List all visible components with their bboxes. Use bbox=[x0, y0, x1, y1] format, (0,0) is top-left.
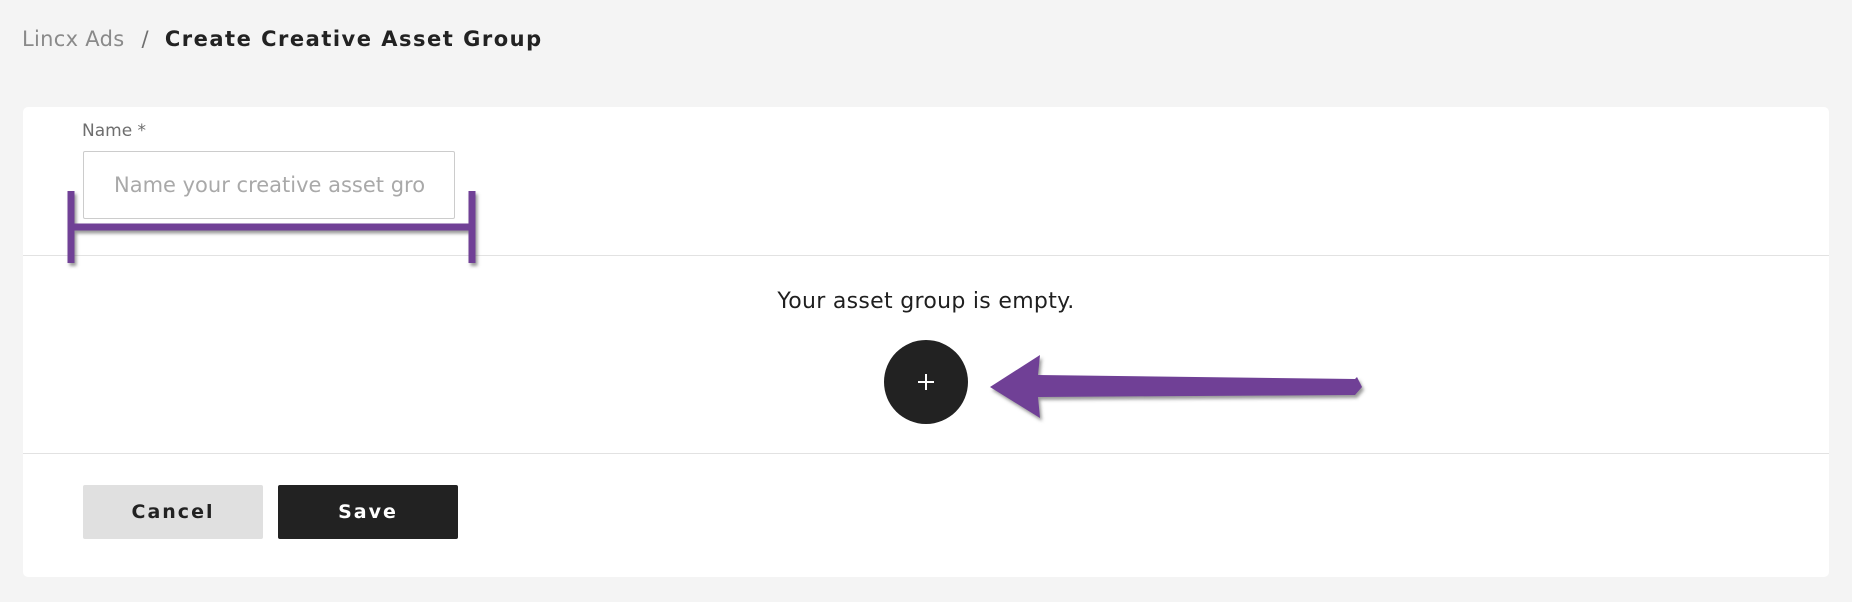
breadcrumb-lincx-ads-link[interactable]: Lincx Ads bbox=[22, 27, 124, 51]
empty-asset-group-message: Your asset group is empty. bbox=[777, 289, 1075, 314]
section-divider-bottom bbox=[23, 453, 1829, 454]
save-button[interactable]: Save bbox=[278, 485, 458, 539]
breadcrumb-separator: / bbox=[141, 27, 149, 51]
name-field-label: Name * bbox=[82, 121, 147, 141]
page-title: Create Creative Asset Group bbox=[164, 27, 543, 51]
breadcrumb: Lincx Ads / Create Creative Asset Group bbox=[22, 24, 543, 54]
create-asset-group-card: Name * Your asset group is empty. Cancel… bbox=[23, 107, 1829, 577]
cancel-button[interactable]: Cancel bbox=[83, 485, 263, 539]
section-divider-top bbox=[23, 255, 1829, 256]
add-asset-button[interactable] bbox=[884, 340, 968, 424]
plus-icon bbox=[918, 374, 934, 390]
name-input[interactable] bbox=[83, 151, 455, 219]
